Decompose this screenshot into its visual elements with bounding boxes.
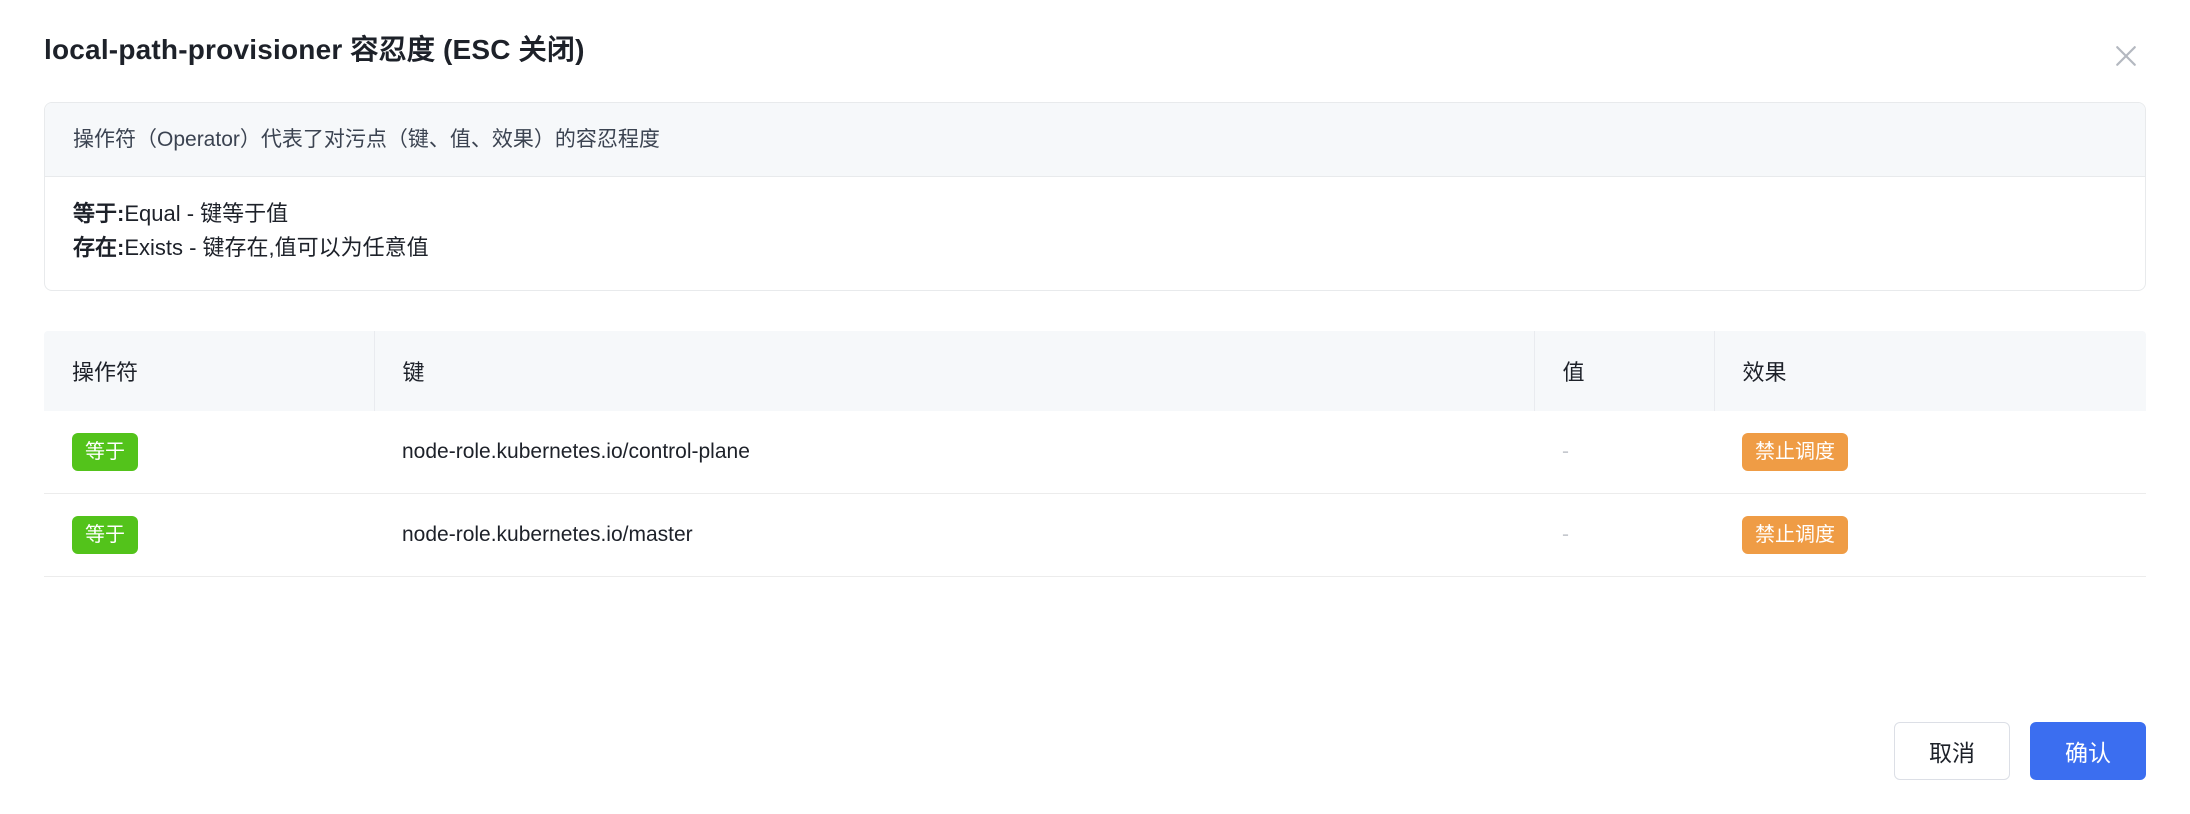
value-placeholder: - xyxy=(1562,522,1569,546)
operator-info-line-exists: 存在:Exists - 键存在,值可以为任意值 xyxy=(73,231,2117,265)
cell-effect: 禁止调度 xyxy=(1714,493,2146,577)
tolerations-dialog: local-path-provisioner 容忍度 (ESC 关闭) 操作符（… xyxy=(0,0,2190,814)
close-button[interactable] xyxy=(2106,36,2146,76)
table-row: 等于 node-role.kubernetes.io/control-plane… xyxy=(44,410,2146,494)
cell-value: - xyxy=(1534,410,1714,494)
operator-term-equal: 等于: xyxy=(73,201,125,227)
dialog-title: local-path-provisioner 容忍度 (ESC 关闭) xyxy=(44,34,585,66)
operator-term-exists: 存在: xyxy=(73,235,125,261)
dialog-footer: 取消 确认 xyxy=(1894,722,2146,780)
column-header-value: 值 xyxy=(1534,330,1715,411)
table-body: 等于 node-role.kubernetes.io/control-plane… xyxy=(44,410,2146,577)
cell-key: node-role.kubernetes.io/master xyxy=(374,493,1534,577)
tolerations-table-wrap: 操作符 键 值 效果 等于 node-role.kubernetes.io/co… xyxy=(44,330,2146,577)
cell-effect: 禁止调度 xyxy=(1714,410,2146,494)
dialog-header: local-path-provisioner 容忍度 (ESC 关闭) xyxy=(44,0,2146,100)
effect-badge: 禁止调度 xyxy=(1742,515,1848,554)
operator-desc-exists: Exists - 键存在,值可以为任意值 xyxy=(124,235,429,261)
column-header-key: 键 xyxy=(374,330,1535,411)
operator-info-body: 等于:Equal - 键等于值 存在:Exists - 键存在,值可以为任意值 xyxy=(45,177,2145,289)
table-header: 操作符 键 值 效果 xyxy=(44,330,2146,411)
tolerations-table: 操作符 键 值 效果 等于 node-role.kubernetes.io/co… xyxy=(44,330,2146,577)
column-header-effect: 效果 xyxy=(1714,330,2146,411)
column-header-operator: 操作符 xyxy=(44,330,375,411)
cancel-button[interactable]: 取消 xyxy=(1894,722,2010,780)
cell-value: - xyxy=(1534,493,1714,577)
operator-badge: 等于 xyxy=(72,432,138,471)
operator-desc-equal: Equal - 键等于值 xyxy=(124,201,289,227)
table-row: 等于 node-role.kubernetes.io/master - 禁止调度 xyxy=(44,493,2146,577)
effect-badge: 禁止调度 xyxy=(1742,432,1848,471)
operator-info-header: 操作符（Operator）代表了对污点（键、值、效果）的容忍程度 xyxy=(45,103,2145,178)
confirm-button[interactable]: 确认 xyxy=(2030,722,2146,780)
operator-info-panel: 操作符（Operator）代表了对污点（键、值、效果）的容忍程度 等于:Equa… xyxy=(44,102,2146,291)
cell-operator: 等于 xyxy=(44,410,374,494)
cell-operator: 等于 xyxy=(44,493,374,577)
table-header-row: 操作符 键 值 效果 xyxy=(44,330,2146,411)
close-icon xyxy=(2111,41,2141,71)
operator-info-line-equal: 等于:Equal - 键等于值 xyxy=(73,197,2117,231)
cell-key: node-role.kubernetes.io/control-plane xyxy=(374,410,1534,494)
value-placeholder: - xyxy=(1562,439,1569,463)
operator-badge: 等于 xyxy=(72,515,138,554)
